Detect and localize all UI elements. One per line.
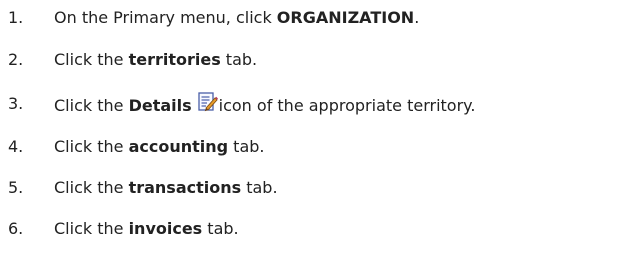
step-emphasis: territories	[128, 50, 221, 69]
step-text: Click the territories tab.	[54, 47, 257, 73]
step-text-after: tab.	[202, 219, 239, 238]
step-text-after: icon of the appropriate territory.	[218, 96, 476, 115]
step-text-after: tab.	[241, 178, 278, 197]
step-text: Click the Details icon of the appropriat…	[54, 91, 475, 119]
step-emphasis: ORGANIZATION	[276, 8, 415, 27]
step-number: 1.	[8, 8, 24, 27]
step-text: Click the accounting tab.	[54, 134, 264, 160]
step-number: 5.	[8, 178, 24, 197]
step-emphasis: Details	[128, 96, 192, 115]
step-text-before: Click the	[54, 96, 129, 115]
step-text-before: Click the	[54, 137, 129, 156]
step-emphasis: accounting	[128, 137, 229, 156]
step-text-after: .	[414, 8, 420, 27]
step-number: 2.	[8, 50, 24, 69]
step-number: 4.	[8, 137, 24, 156]
step-text-before: Click the	[54, 50, 129, 69]
step-emphasis: transactions	[128, 178, 242, 197]
step-text-before: Click the	[54, 178, 129, 197]
step-text-after: tab.	[220, 50, 258, 69]
step-number: 3.	[8, 94, 24, 113]
step-text-before: Click the	[54, 219, 129, 238]
step-number: 6.	[8, 219, 24, 238]
details-edit-icon	[196, 91, 218, 113]
step-text: Click the transactions tab.	[54, 175, 278, 201]
step-text: On the Primary menu, click ORGANIZATION.	[54, 5, 419, 31]
step-text-after: tab.	[228, 137, 265, 156]
step-text: Click the invoices tab.	[54, 216, 239, 242]
step-emphasis: invoices	[128, 219, 203, 238]
step-text-before: On the Primary menu, click	[54, 8, 277, 27]
